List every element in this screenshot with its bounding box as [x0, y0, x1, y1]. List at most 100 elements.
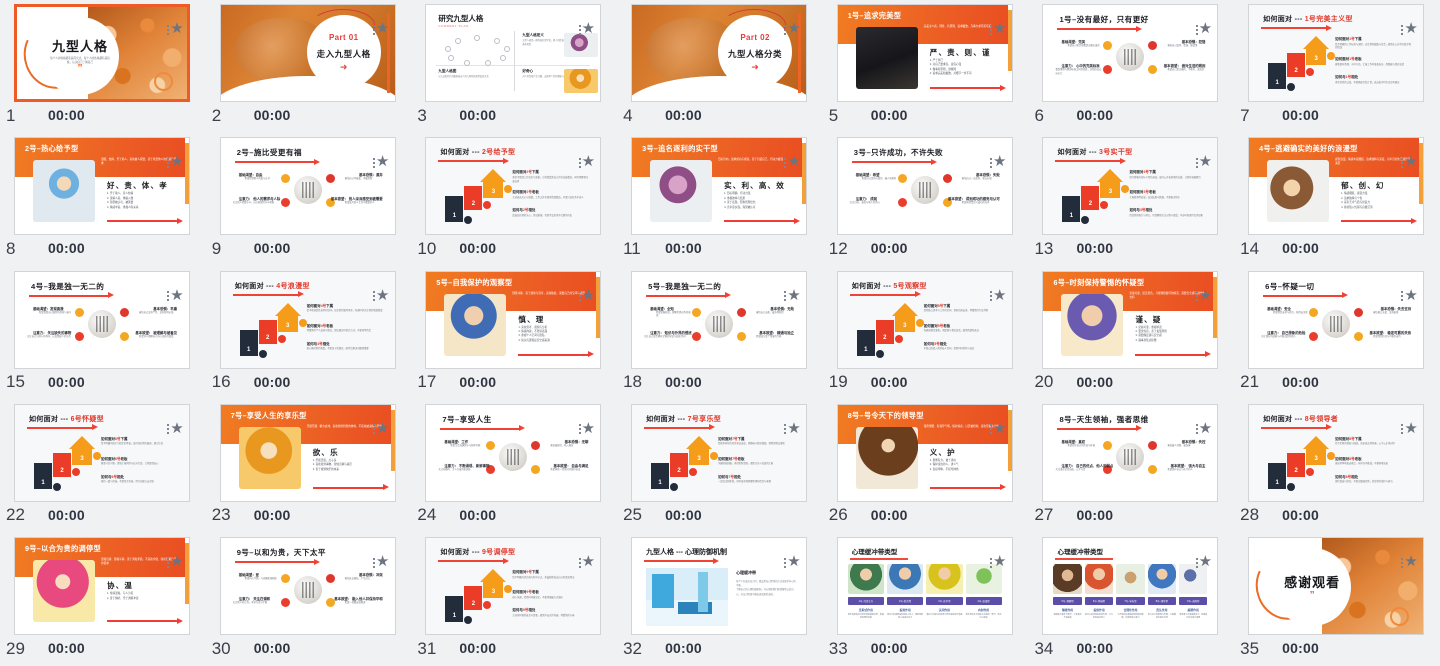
star-icon[interactable]: ★ [787, 421, 800, 436]
slide-thumbnail[interactable]: 心理缓冲带类型 1号–完美主义 压抑式作用 把不被接受的冲动压抑到潜意识里，表面… [836, 537, 1013, 636]
star-icon[interactable]: ★ [170, 421, 183, 436]
star-icon[interactable]: ★ [787, 21, 800, 36]
slide-animation-marker[interactable]: ★ [578, 288, 595, 304]
slide-cell[interactable]: 如何面对 --- 7号享乐型 3 2 1 如何面对7号下属 给他多样化的任务和自… [617, 400, 823, 533]
slide-animation-marker[interactable]: ★ [578, 21, 595, 37]
slide-thumbnail[interactable]: 7号–享受人生的享乐型 乐观开朗、精力充沛，喜欢新鲜刺激的体验，不喜欢被束缚与限… [219, 403, 396, 502]
slide-animation-marker[interactable]: ★ [372, 421, 389, 437]
star-icon[interactable]: ★ [170, 21, 183, 36]
star-icon[interactable]: ★ [582, 554, 595, 569]
star-icon[interactable]: ★ [1199, 288, 1212, 303]
slide-animation-marker[interactable]: ★ [989, 21, 1006, 37]
slide-thumbnail[interactable]: 1号–没有最好，只有更好 基础渴望：完美 希望自己和世界都是正确无误的 注意力： … [1042, 4, 1219, 102]
slide-thumbnail[interactable]: 如何面对 --- 6号怀疑型 3 2 1 如何面对6号下属 给予明确的指示与稳定… [14, 403, 190, 502]
slide-thumbnail[interactable]: 4号–我是独一无二的 基础渴望：发现真我 希望找到自己独特的身份与意义 注意力： … [14, 270, 190, 369]
slide-animation-marker[interactable]: ★ [784, 421, 801, 437]
slide-cell[interactable]: 9号–以合为贵的调停型 温和包容、随和平静，善于调和矛盾，不喜欢冲突，容易忽略自… [0, 533, 206, 666]
slide-cell[interactable]: 2号–热心给予型 温暖、热情、乐于助人，喜欢被人需要，善于察觉他人的情绪与需求 … [0, 133, 206, 266]
slide-thumbnail[interactable]: 如何面对 --- 5号观察型 3 2 1 如何面对5号下属 给他独立思考与工作的… [836, 270, 1013, 369]
slide-thumbnail[interactable]: 3号–追名逐利的实干型 目标导向，追求成功与成就，善于包装自己，行动力极强 实、… [631, 137, 808, 236]
slide-thumbnail[interactable]: 心理缓冲带类型 5号–观察型 隔离作用 把情感与事件分离开，只谈事实不谈感受 6… [1042, 537, 1219, 636]
slide-animation-marker[interactable]: ★ [167, 154, 184, 170]
star-icon[interactable]: ★ [1199, 421, 1212, 436]
star-icon[interactable]: ★ [993, 288, 1006, 303]
slide-thumbnail[interactable]: 2号–热心给予型 温暖、热情、乐于助人，喜欢被人需要，善于察觉他人的情绪与需求 … [14, 137, 190, 236]
slide-cell[interactable]: 研究九型人格 CURRENT PLAN 九型人格定义 九型人格是一种性格分类学说… [411, 0, 617, 133]
slide-thumbnail[interactable]: Part 01 走入九型人格 ➜ [219, 4, 396, 102]
star-icon[interactable]: ★ [993, 554, 1006, 569]
slide-cell[interactable]: 6号–怀疑一切 基础渴望：安全 希望得到支持与指引，获得安全感 注意力： 自己想象… [1234, 267, 1440, 400]
star-icon[interactable]: ★ [170, 554, 183, 569]
slide-cell[interactable]: 如何面对 --- 2号给予型 3 2 1 如何面对2号下属 多给予情感上的肯定与… [411, 133, 617, 266]
star-icon[interactable]: ★ [582, 421, 595, 436]
slide-animation-marker[interactable]: ★ [989, 421, 1006, 437]
slide-thumbnail[interactable]: 如何面对 --- 7号享乐型 3 2 1 如何面对7号下属 给他多样化的任务和自… [631, 403, 808, 502]
slide-animation-marker[interactable]: ★ [1401, 154, 1418, 170]
star-icon[interactable]: ★ [582, 154, 595, 169]
slide-animation-marker[interactable]: ★ [578, 554, 595, 570]
slide-thumbnail[interactable]: 5号–我是独一无二的 基础渴望：全知 希望掌握知识，理解世界运作的规律 注意力： … [631, 270, 808, 369]
slide-thumbnail[interactable]: 3号–只许成功，不许失败 基础渴望：希望 希望自己是有价值的、被人羡慕的 注意力：… [836, 137, 1013, 236]
slide-animation-marker[interactable]: ★ [167, 21, 184, 37]
slide-animation-marker[interactable]: ★ [989, 554, 1006, 570]
slide-thumbnail[interactable]: 6号–怀疑一切 基础渴望：安全 希望得到支持与指引，获得安全感 注意力： 自己想象… [1248, 270, 1425, 369]
slide-thumbnail[interactable]: 如何面对 --- 8号领导者 3 2 1 如何面对8号下属 给予足够的授权与挑战… [1248, 403, 1425, 502]
slide-animation-marker[interactable]: ★ [989, 288, 1006, 304]
slide-animation-marker[interactable]: ★ [372, 288, 389, 304]
slide-cell[interactable]: 如何面对 --- 5号观察型 3 2 1 如何面对5号下属 给他独立思考与工作的… [823, 267, 1029, 400]
slide-animation-marker[interactable]: ★ [1195, 154, 1212, 170]
star-icon[interactable]: ★ [376, 421, 389, 436]
star-icon[interactable]: ★ [787, 154, 800, 169]
slide-animation-marker[interactable]: ★ [167, 288, 184, 304]
slide-thumbnail[interactable]: 如何面对 --- 1号完美主义型 3 2 1 如何面对1号下属 给予明确的工作标… [1248, 4, 1425, 102]
star-icon[interactable]: ★ [1404, 554, 1417, 569]
slide-cell[interactable]: Part 02 九型人格分类 ➜ 4 00:00 ★ [617, 0, 823, 133]
star-icon[interactable]: ★ [376, 154, 389, 169]
star-icon[interactable]: ★ [582, 21, 595, 36]
star-icon[interactable]: ★ [1404, 154, 1417, 169]
slide-cell[interactable]: Part 01 走入九型人格 ➜ 2 00:00 ★ [206, 0, 412, 133]
slide-cell[interactable]: 9号–以和为贵，天下太平 基础渴望：爱 希望内心平静，与周围和谐相处 注意力： 关… [206, 533, 412, 666]
star-icon[interactable]: ★ [993, 421, 1006, 436]
slide-cell[interactable]: 如何面对 --- 4号浪漫型 3 2 1 如何面对4号下属 给予他创造性发挥的空… [206, 267, 412, 400]
slide-thumbnail[interactable]: 8号–号令天下的领导型 强势果断、有领导气场，保护弱者，讨厌被控制，喜欢掌握主动… [836, 403, 1013, 502]
slide-thumbnail[interactable]: 5号–自我保护的观察型 理性冷静、善于观察与思考，喜欢独处，需要自己的空间与能量… [425, 270, 602, 369]
slide-animation-marker[interactable]: ★ [372, 154, 389, 170]
star-icon[interactable]: ★ [1199, 154, 1212, 169]
slide-animation-marker[interactable]: ★ [1401, 421, 1418, 437]
slide-animation-marker[interactable]: ★ [578, 154, 595, 170]
slide-cell[interactable]: 1号–追求完美型 完美主义者，理性、有原则、追求极致，凡事力求尽善尽美 严、责、… [823, 0, 1029, 133]
slide-animation-marker[interactable]: ★ [1195, 288, 1212, 304]
slide-cell[interactable]: 心理缓冲带类型 1号–完美主义 压抑式作用 把不被接受的冲动压抑到潜意识里，表面… [823, 533, 1029, 666]
slide-thumbnail[interactable]: 9号–以合为贵的调停型 温和包容、随和平静，善于调和矛盾，不喜欢冲突，容易忽略自… [14, 537, 190, 636]
slide-cell[interactable]: 5号–我是独一无二的 基础渴望：全知 希望掌握知识，理解世界运作的规律 注意力： … [617, 267, 823, 400]
star-icon[interactable]: ★ [993, 154, 1006, 169]
slide-animation-marker[interactable]: ★ [989, 154, 1006, 170]
slide-cell[interactable]: 5号–自我保护的观察型 理性冷静、善于观察与思考，喜欢独处，需要自己的空间与能量… [411, 267, 617, 400]
slide-animation-marker[interactable]: ★ [784, 554, 801, 570]
slide-thumbnail[interactable]: 2号–施比受更有福 基础渴望：自由 希望得到他人的爱与认可 注意力： 他人的需求与… [219, 137, 396, 236]
slide-thumbnail[interactable]: 如何面对 --- 2号给予型 3 2 1 如何面对2号下属 多给予情感上的肯定与… [425, 137, 602, 236]
slide-cell[interactable]: 3号–追名逐利的实干型 目标导向，追求成功与成就，善于包装自己，行动力极强 实、… [617, 133, 823, 266]
slide-cell[interactable]: 感谢观看 ” 35 00:00 ★ [1234, 533, 1440, 666]
slide-animation-marker[interactable]: ★ [1195, 21, 1212, 37]
slide-animation-marker[interactable]: ★ [167, 421, 184, 437]
slide-animation-marker[interactable]: ★ [784, 21, 801, 37]
star-icon[interactable]: ★ [1199, 21, 1212, 36]
slide-cell[interactable]: 九型人格 --- 心理防御机制 心理缓冲带 每个人在面对压力时，都会用自己惯用的… [617, 533, 823, 666]
slide-thumbnail[interactable]: 8号–天生领袖，强者思维 基础渴望：真权 希望掌控自己的命运与环境 注意力： 自己… [1042, 403, 1219, 502]
star-icon[interactable]: ★ [1404, 421, 1417, 436]
slide-cell[interactable]: 如何面对 --- 3号实干型 3 2 1 如何面对3号下属 给予清晰的目标与晋升… [1028, 133, 1234, 266]
slide-cell[interactable]: 4号–逃避确实的美好的浪漫型 感性浪漫，情感丰富细腻，追求独特与深度，对平凡的生… [1234, 133, 1440, 266]
star-icon[interactable]: ★ [170, 154, 183, 169]
slide-cell[interactable]: 如何面对 --- 6号怀疑型 3 2 1 如何面对6号下属 给予明确的指示与稳定… [0, 400, 206, 533]
star-icon[interactable]: ★ [1404, 21, 1417, 36]
slide-cell[interactable]: 3号–只许成功，不许失败 基础渴望：希望 希望自己是有价值的、被人羡慕的 注意力：… [823, 133, 1029, 266]
star-icon[interactable]: ★ [170, 288, 183, 303]
slide-thumbnail[interactable]: 感谢观看 ” [1248, 537, 1425, 636]
slide-animation-marker[interactable]: ★ [372, 554, 389, 570]
slide-thumbnail[interactable]: 研究九型人格 CURRENT PLAN 九型人格定义 九型人格是一种性格分类学说… [425, 4, 602, 102]
slide-thumbnail[interactable]: 6号–时刻保持警惕的怀疑型 忠诚可靠、居安思危，习惯预想最坏的情况，需要安全感与… [1042, 270, 1219, 369]
slide-cell[interactable]: 九型人格 每个人的性格都有其闪光点，每个人的性格都有其短板，认识自己了解自己 ”… [0, 0, 206, 133]
slide-cell[interactable]: 7号–享受人生 基础渴望：工作 希望生活充满快乐与各种可能 注意力： 不断涌现、新… [411, 400, 617, 533]
